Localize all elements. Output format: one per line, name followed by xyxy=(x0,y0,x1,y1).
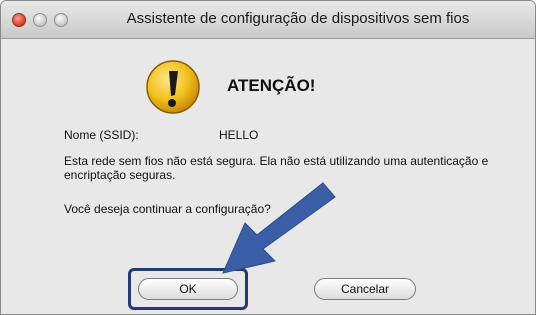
setup-dialog-window: Assistente de configuração de dispositiv… xyxy=(0,0,536,315)
window-title: Assistente de configuração de dispositiv… xyxy=(126,10,470,27)
security-warning-message: Esta rede sem fios não está segura. Ela … xyxy=(64,154,489,182)
dialog-content: ATENÇÃO! Nome (SSID): HELLO Esta rede se… xyxy=(1,39,535,314)
cancel-button[interactable]: Cancelar xyxy=(314,278,416,300)
continue-question: Você deseja continuar a configuração? xyxy=(64,202,271,216)
close-window-button[interactable] xyxy=(12,13,26,27)
warning-icon xyxy=(146,60,200,114)
minimize-window-button[interactable] xyxy=(33,13,47,27)
zoom-window-button[interactable] xyxy=(54,13,68,27)
ssid-value: HELLO xyxy=(219,128,259,142)
title-bar[interactable]: Assistente de configuração de dispositiv… xyxy=(1,1,535,39)
warning-heading: ATENÇÃO! xyxy=(227,76,316,95)
ok-button[interactable]: OK xyxy=(138,278,238,300)
ssid-label: Nome (SSID): xyxy=(64,128,139,142)
